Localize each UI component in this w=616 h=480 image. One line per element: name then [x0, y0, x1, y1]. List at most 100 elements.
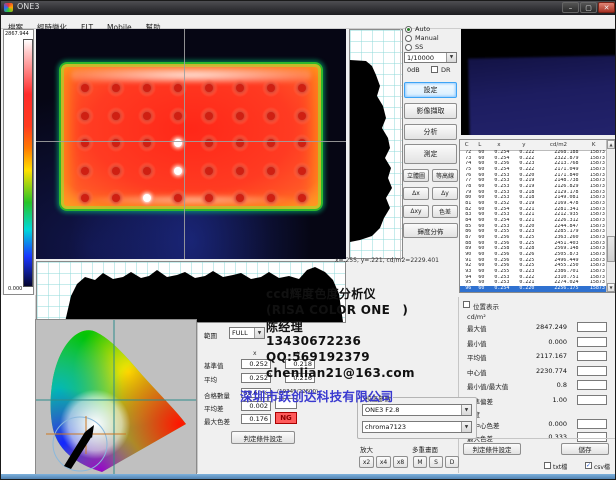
multi-s-button[interactable]: S [429, 456, 443, 468]
led-dot-core [112, 112, 120, 120]
stat-judge-box [577, 419, 607, 429]
table-header-L[interactable]: L [473, 140, 486, 150]
shutter-value: 1/10000 [405, 54, 446, 62]
scrollbar-thumb[interactable] [607, 236, 615, 262]
led-dot-core [112, 84, 120, 92]
stat-label: 平均值 [467, 352, 487, 362]
table-header-y[interactable]: y [511, 140, 536, 150]
col-x-header: x [253, 350, 257, 357]
led-dot-core [205, 84, 213, 92]
vertical-profile-plot [350, 30, 402, 258]
led-dot-core [143, 84, 151, 92]
radio-manual[interactable] [405, 35, 412, 42]
scroll-down-icon[interactable]: ▼ [607, 283, 615, 292]
stat-row-0: 最大值2847.249 [463, 322, 613, 334]
position-display-checkbox[interactable] [463, 301, 470, 308]
led-dot-core [112, 194, 120, 202]
stat-value: 0.000 [548, 338, 567, 346]
table-header-K[interactable]: K [581, 140, 607, 150]
shutter-select[interactable]: 1/10000 ▼ [404, 52, 457, 63]
gain-label: 0dB [407, 66, 420, 74]
measure-button[interactable]: 測定 [404, 144, 457, 164]
set-button[interactable]: 設定 [404, 82, 457, 98]
led-dot-core [298, 194, 306, 202]
analyze-button[interactable]: 分析 [404, 124, 457, 140]
radio-ss[interactable] [405, 44, 412, 51]
zoom-x2-button[interactable]: x2 [359, 456, 374, 468]
chevron-down-icon[interactable]: ▼ [446, 53, 456, 62]
range-label: 範圍 [204, 330, 217, 340]
dr-checkbox[interactable] [431, 66, 438, 73]
color-diff-button[interactable]: 色差 [432, 205, 458, 218]
chevron-down-icon[interactable]: ▼ [461, 405, 471, 415]
led-dot-core [143, 194, 151, 202]
stat-value: 2230.774 [536, 367, 567, 375]
view3d-button[interactable]: 立體圖 [403, 169, 429, 182]
measurement-table[interactable]: CLxycd/m2K 72600.2540.2222268.1881587373… [459, 139, 616, 293]
stat-judge-box [577, 380, 607, 390]
multi-m-button[interactable]: M [413, 456, 427, 468]
crosshair-horizontal[interactable] [36, 141, 346, 142]
stat-value: 1.00 [553, 396, 567, 404]
cie-diagram[interactable] [35, 319, 197, 479]
maximize-icon[interactable]: ▢ [580, 2, 597, 13]
table-scrollbar[interactable]: ▲ ▼ [606, 140, 616, 292]
range-select[interactable]: FULL ▼ [229, 327, 265, 339]
chevron-down-icon[interactable]: ▼ [461, 422, 471, 432]
stat-row-5: 標準偏差1.00 [463, 395, 613, 407]
delta-x-button[interactable]: Δx [403, 187, 429, 200]
scroll-up-icon[interactable]: ▲ [607, 140, 615, 149]
contour-button[interactable]: 等高線 [432, 169, 458, 182]
profile-select[interactable]: chroma7123 ▼ [362, 421, 472, 433]
led-dot-core [236, 112, 244, 120]
led-dot-core [298, 167, 306, 175]
title-bar: ONE3 – ▢ ✕ [1, 1, 616, 15]
table-body[interactable]: 72600.2540.2222268.1881587373600.2540.22… [460, 150, 607, 292]
save-button[interactable]: 儲存 [561, 443, 609, 455]
zoom-x4-button[interactable]: x4 [376, 456, 391, 468]
chroma-stat-row-0: 與中心色差0.000 [463, 419, 613, 431]
watermark-line-2: 陈经理 [266, 318, 303, 335]
stat-judge-box [577, 432, 607, 442]
led-dot-core [174, 112, 182, 120]
cd-section-label: cd/m² [467, 313, 486, 321]
table-cell: 15873 [581, 286, 607, 292]
stat-row-4: 最小值/最大值0.8 [463, 380, 613, 392]
led-dot-core [267, 167, 275, 175]
table-header-C[interactable]: C [460, 140, 473, 150]
chevron-down-icon[interactable]: ▼ [254, 328, 264, 338]
minimize-icon[interactable]: – [562, 2, 579, 13]
divider [400, 28, 401, 259]
stat-row-2: 平均值2117.167 [463, 351, 613, 363]
delta-xy-button[interactable]: Δxy [403, 205, 429, 218]
save-option-checkbox-0[interactable] [544, 462, 551, 469]
stat-judge-box [577, 366, 607, 376]
multi-d-button[interactable]: D [445, 456, 459, 468]
lens-select[interactable]: ONE3 F2.8 ▼ [362, 404, 472, 416]
stat-judge-box [577, 395, 607, 405]
center-row-label-1: 平均 [204, 374, 217, 384]
table-header-cd/m2[interactable]: cd/m2 [536, 140, 580, 150]
delta-y-button[interactable]: Δy [432, 187, 458, 200]
radio-auto[interactable] [405, 26, 412, 33]
radio-label-auto: Auto [415, 25, 430, 33]
crosshair-vertical[interactable] [184, 29, 185, 259]
judge-settings-button-center[interactable]: 判定條件設定 [231, 431, 295, 444]
raw-panel-glow [468, 55, 616, 135]
pass-count-label: 合格數量 [204, 390, 230, 400]
center-row-label-0: 基準值 [204, 360, 224, 370]
close-icon[interactable]: ✕ [598, 2, 615, 13]
position-display-label: 位置表示 [473, 301, 499, 311]
stat-value: 0.333 [548, 433, 567, 441]
luminance-dist-button[interactable]: 輝度分佈 [403, 223, 458, 238]
capture-button[interactable]: 影像擷取 [404, 103, 457, 119]
luminance-heatmap[interactable] [36, 29, 346, 259]
zoom-x8-button[interactable]: x8 [393, 456, 408, 468]
led-dot-core [236, 84, 244, 92]
stat-value: 0.000 [548, 420, 567, 428]
save-option-checkbox-1[interactable]: ✓ [585, 462, 592, 469]
table-row[interactable]: 96600.2540.2202256.17515873 [460, 286, 607, 292]
led-dot-core [298, 112, 306, 120]
judge-settings-button-right[interactable]: 判定條件設定 [463, 443, 521, 455]
table-header-x[interactable]: x [486, 140, 511, 150]
